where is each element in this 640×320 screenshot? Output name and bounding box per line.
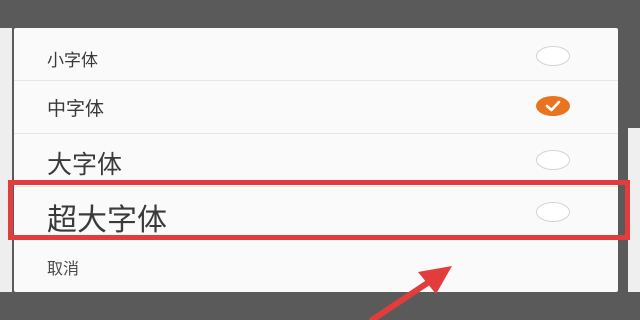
checkmark-icon bbox=[545, 100, 561, 112]
option-extra-large-font[interactable]: 超大字体 bbox=[14, 186, 618, 240]
option-medium-font[interactable]: 中字体 bbox=[14, 80, 618, 132]
font-size-dialog: 小字体 中字体 大字体 超大字体 取消 bbox=[14, 28, 618, 292]
radio-button-checked[interactable] bbox=[536, 96, 570, 116]
background-list-edge-right bbox=[628, 128, 640, 292]
radio-button-unchecked[interactable] bbox=[536, 150, 570, 170]
option-large-font[interactable]: 大字体 bbox=[14, 134, 618, 186]
background-list-edge-left bbox=[0, 28, 12, 292]
option-small-font[interactable]: 小字体 bbox=[14, 32, 618, 80]
radio-button-unchecked[interactable] bbox=[536, 46, 570, 66]
radio-button-unchecked[interactable] bbox=[536, 202, 570, 222]
cancel-button[interactable]: 取消 bbox=[47, 255, 79, 279]
option-label: 中字体 bbox=[47, 98, 105, 120]
option-label: 大字体 bbox=[47, 150, 123, 179]
option-label: 小字体 bbox=[47, 51, 98, 71]
option-label: 超大字体 bbox=[47, 203, 167, 238]
